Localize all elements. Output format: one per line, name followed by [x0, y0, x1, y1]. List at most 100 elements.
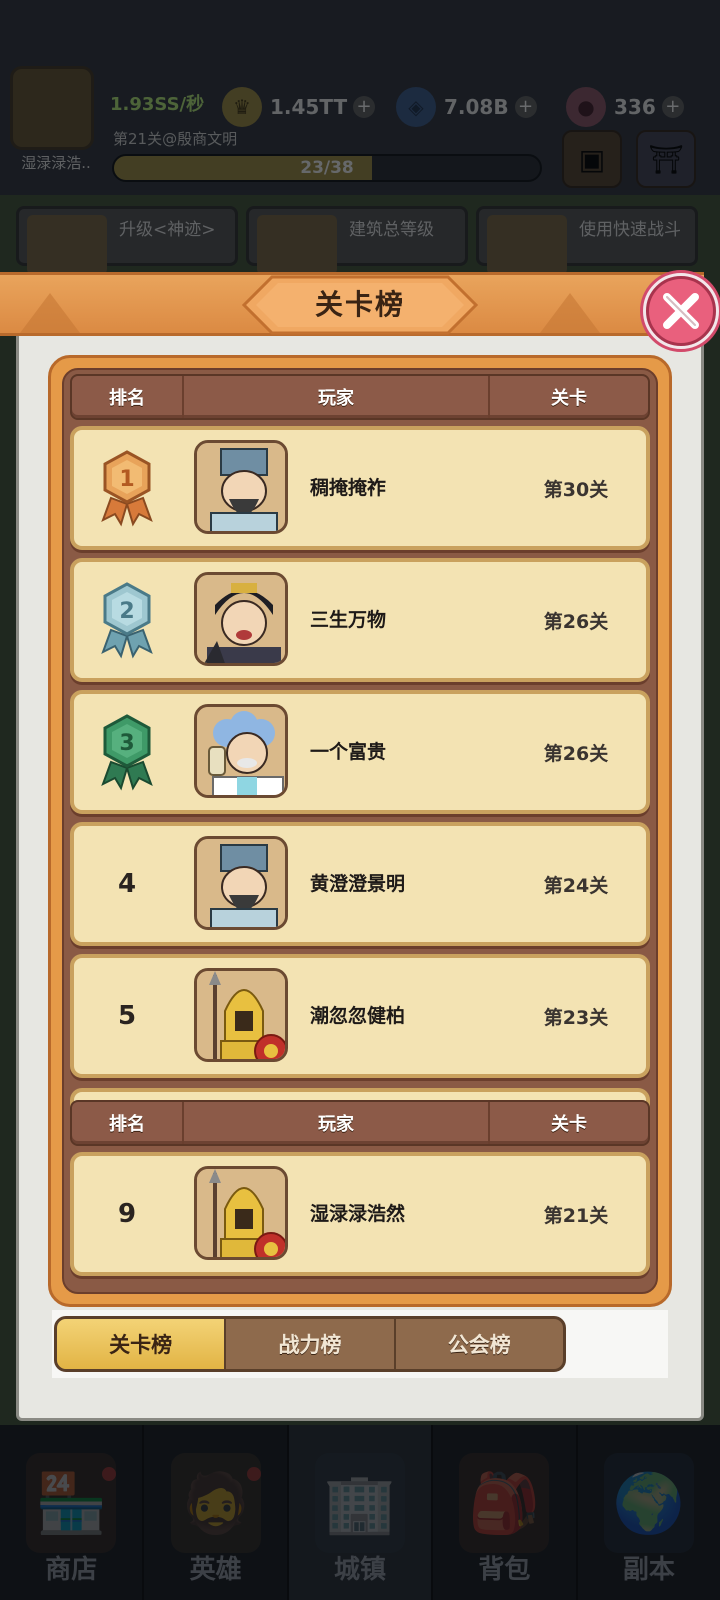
town-icon: 🏢: [315, 1453, 406, 1553]
bottom-nav: 🏪 商店 🧔 英雄 🏢 城镇 🎒 背包 🌍 副本: [0, 1425, 720, 1600]
crown-plus-button[interactable]: +: [353, 96, 376, 118]
player-name: 稠掩掩祚: [310, 477, 387, 499]
my-rank-row[interactable]: 9 湿渌渌浩然 第21关: [70, 1152, 650, 1276]
leaderboard-tabs: 关卡榜 战力榜 公会榜: [54, 1316, 566, 1372]
my-rank-header: 排名 玩家 关卡: [70, 1100, 650, 1146]
header-stage: 关卡: [551, 1114, 587, 1135]
nav-hero[interactable]: 🧔 英雄: [144, 1425, 289, 1600]
scholar-avatar: [194, 440, 288, 534]
header-player: 玩家: [184, 1102, 490, 1144]
modal-title: 关卡榜: [314, 288, 405, 321]
rank-cell: 2: [74, 562, 180, 678]
stage-value: 第23关: [543, 1007, 609, 1029]
player-name: 三生万物: [310, 609, 387, 631]
chest-icon: ▣: [578, 142, 606, 176]
stage-value: 第24关: [543, 875, 609, 897]
player-avatar[interactable]: [10, 66, 94, 150]
tab-stage-ranking[interactable]: 关卡榜: [57, 1319, 227, 1369]
table-row[interactable]: 1 稠掩掩祚 第30关: [70, 426, 650, 550]
quest-card-building[interactable]: 建筑总等级: [246, 206, 468, 275]
quest-label: 使用快速战斗: [579, 220, 681, 240]
gold-medal-icon: 1: [101, 450, 153, 527]
quest-label: 建筑总等级: [349, 220, 434, 240]
nav-label: 商店: [45, 1555, 98, 1585]
nav-shop[interactable]: 🏪 商店: [0, 1425, 145, 1600]
table-row[interactable]: 5 潮忽忽健柏 第23关: [70, 954, 650, 1078]
income-rate: 1.93SS/秒: [110, 94, 205, 115]
close-button[interactable]: [640, 270, 720, 352]
pyramid-icon: [27, 215, 107, 275]
quest-label: 升级<神迹>: [119, 220, 216, 240]
modal-title-plate: 关卡榜: [242, 275, 478, 335]
candy-value: 336: [614, 95, 656, 119]
rank-number: 5: [117, 1001, 137, 1031]
header-decoration: [540, 293, 600, 333]
header-rank: 排名: [72, 376, 184, 418]
gem-plus-button[interactable]: +: [514, 96, 537, 118]
spartan-avatar: [194, 968, 288, 1062]
silver-medal-icon: 2: [101, 582, 153, 659]
nav-town[interactable]: 🏢 城镇: [288, 1425, 434, 1600]
medal-number: 2: [119, 599, 134, 624]
header-player: 玩家: [184, 376, 490, 418]
player-name: 潮忽忽健柏: [310, 1005, 406, 1027]
stage-value: 第26关: [543, 611, 609, 633]
header-decoration: [20, 293, 80, 333]
candy-icon: ●: [566, 87, 606, 127]
backpack-icon: 🎒: [459, 1453, 550, 1553]
shop-icon: 🏪: [26, 1453, 117, 1553]
nav-label: 背包: [478, 1555, 531, 1585]
stage-info: 第21关@殷商文明: [113, 130, 238, 148]
stage-value: 第30关: [543, 479, 609, 501]
stage-value: 第26关: [543, 743, 609, 765]
scholar-avatar: [194, 836, 288, 930]
building-icon: [257, 215, 337, 275]
header-stage: 关卡: [551, 388, 587, 409]
candy-plus-button[interactable]: +: [661, 96, 684, 118]
quest-card-upgrade[interactable]: 升级<神迹>: [16, 206, 238, 275]
globe-icon: 🌍: [603, 1453, 694, 1553]
gate-button[interactable]: ⛩: [636, 130, 696, 188]
treasure-chest-button[interactable]: ▣: [562, 130, 622, 188]
table-row[interactable]: 2 三生万物 第26关: [70, 558, 650, 682]
rank-number: 9: [117, 1199, 137, 1229]
gem-icon: ◈: [396, 87, 436, 127]
nav-backpack[interactable]: 🎒 背包: [433, 1425, 578, 1600]
quest-card-battle[interactable]: 使用快速战斗: [476, 206, 698, 275]
medal-number: 3: [119, 731, 134, 756]
table-row[interactable]: 3 一个富贵 第26关: [70, 690, 650, 814]
nav-label: 城镇: [334, 1555, 387, 1585]
nav-label: 副本: [622, 1555, 675, 1585]
stage-progress-text: 23/38: [300, 158, 354, 178]
scientist-avatar: [194, 704, 288, 798]
rank-number: 4: [117, 869, 137, 899]
crown-value: 1.45TT: [270, 95, 348, 119]
player-name: 湿渌渌浩然: [310, 1203, 406, 1225]
green-medal-icon: 3: [101, 714, 153, 791]
rank-cell: 1: [74, 430, 180, 546]
leaderboard-list[interactable]: 排名 玩家 关卡 1 稠掩掩祚 第30关 2 三生万物 第26关 3 一个富贵 …: [62, 368, 658, 1294]
leaderboard-board: 排名 玩家 关卡 1 稠掩掩祚 第30关 2 三生万物 第26关 3 一个富贵 …: [48, 355, 672, 1307]
tab-power-ranking[interactable]: 战力榜: [226, 1319, 396, 1369]
table-row[interactable]: 4 黄澄澄景明 第24关: [70, 822, 650, 946]
stage-progress-bar: 23/38: [112, 154, 542, 182]
player-name: 一个富贵: [310, 741, 387, 763]
crown-resource: ♛ 1.45TT +: [222, 87, 376, 127]
crown-icon: ♛: [222, 87, 262, 127]
gem-resource: ◈ 7.08B +: [396, 87, 537, 127]
medal-number: 1: [119, 467, 134, 492]
gate-icon: ⛩: [648, 142, 684, 176]
tab-guild-ranking[interactable]: 公会榜: [396, 1319, 563, 1369]
nav-dungeon[interactable]: 🌍 副本: [578, 1425, 720, 1600]
gem-value: 7.08B: [444, 95, 509, 119]
rank-cell: 3: [74, 694, 180, 810]
notification-dot: [246, 1467, 261, 1481]
horse-icon: [487, 215, 567, 275]
spartan-avatar: [194, 1166, 288, 1260]
hero-icon: 🧔: [170, 1453, 261, 1553]
player-name: 湿渌渌浩..: [21, 154, 91, 172]
candy-resource: ● 336 +: [566, 87, 684, 127]
warrior-avatar: [194, 572, 288, 666]
nav-label: 英雄: [189, 1555, 242, 1585]
close-icon: [646, 276, 716, 346]
